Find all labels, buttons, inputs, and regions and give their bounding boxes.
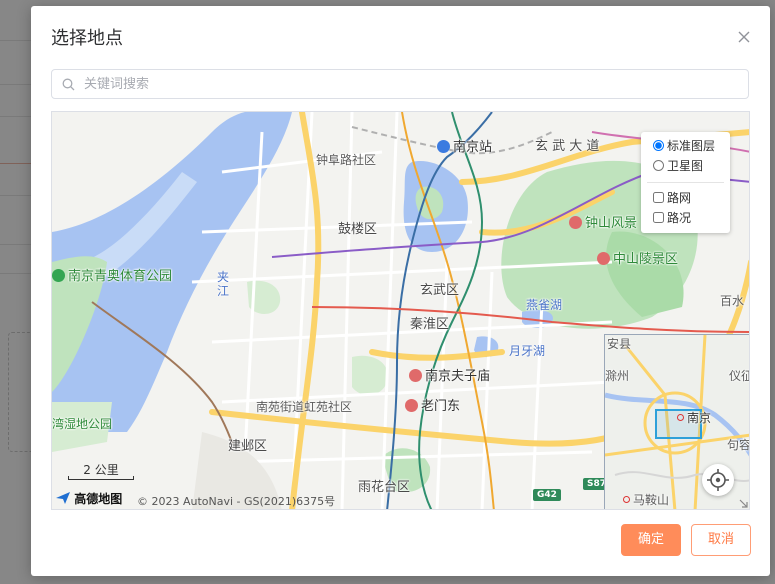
map-label-gulou: 鼓楼区 xyxy=(338,222,378,237)
city-marker-icon xyxy=(623,496,630,503)
map-label-text: 南京青奥体育公园 xyxy=(68,269,173,284)
locate-button[interactable] xyxy=(702,464,734,496)
minimap-label-jurong: 句容 xyxy=(727,438,750,452)
search-input[interactable] xyxy=(84,71,724,97)
minimap-collapse-icon[interactable] xyxy=(739,499,749,509)
logo-text: 高德地图 xyxy=(74,492,123,506)
layer-option-traffic[interactable]: 路况 xyxy=(653,210,691,226)
city-marker-icon xyxy=(677,414,684,421)
highway-shield-g42: G42 xyxy=(533,489,561,501)
map-label-jianye: 建邺区 xyxy=(228,439,268,454)
map-label-nanyuan: 南苑街道虹苑社区 xyxy=(256,400,353,414)
map-label-text: 老门东 xyxy=(421,399,461,414)
map-scale-bar: 2 公里 xyxy=(68,460,134,482)
map-label-text: 南京站 xyxy=(453,140,493,155)
scenic-spot-icon xyxy=(405,399,418,412)
map-label-wetland: 湾湿地公园 xyxy=(52,417,113,431)
layer-radio-standard[interactable] xyxy=(653,140,664,151)
amap-logo[interactable]: 高德地图 xyxy=(56,490,122,507)
layer-checkbox-roadnet[interactable] xyxy=(653,192,664,203)
minimap-label-anqing: 安县 xyxy=(607,337,632,351)
minimap-label-text: 南京 xyxy=(687,411,712,425)
search-box xyxy=(51,69,749,99)
map-label-laomendong[interactable]: 老门东 xyxy=(405,399,460,414)
map-label-sun-yatsen[interactable]: 中山陵景区 xyxy=(597,252,678,267)
layer-label: 标准图层 xyxy=(667,139,716,153)
amap-logo-icon xyxy=(56,492,70,504)
map-label-text: 中山陵景区 xyxy=(613,252,679,267)
map-label-jiajiang: 夹 江 xyxy=(217,270,230,298)
dialog-title: 选择地点 xyxy=(51,28,123,49)
map-label-nanjing-station[interactable]: 南京站 xyxy=(437,140,492,155)
select-location-dialog: 选择地点 关键词搜索 南京站 钟阜路社区 玄 武 大 道 鼓楼区 钟山风景 中山… xyxy=(31,6,770,576)
map-label-fuzimiao[interactable]: 南京夫子庙 xyxy=(409,369,490,384)
close-icon[interactable] xyxy=(737,30,751,44)
scenic-spot-icon xyxy=(569,216,582,229)
map-view[interactable]: 南京站 钟阜路社区 玄 武 大 道 鼓楼区 钟山风景 中山陵景区 南京青奥体育公… xyxy=(51,111,750,510)
layer-option-satellite[interactable]: 卫星图 xyxy=(653,158,703,174)
map-label-yueya-lake: 月牙湖 xyxy=(509,344,546,358)
minimap-label-text: 马鞍山 xyxy=(633,493,670,507)
map-label-yuhuatai: 雨花台区 xyxy=(358,480,411,495)
scenic-spot-icon xyxy=(409,369,422,382)
layer-option-roadnet[interactable]: 路网 xyxy=(653,190,691,206)
map-label-olympic-park[interactable]: 南京青奥体育公园 xyxy=(52,269,172,284)
locate-icon xyxy=(707,469,729,491)
layer-label: 卫星图 xyxy=(667,159,704,173)
search-icon xyxy=(62,78,75,91)
cancel-button[interactable]: 取消 xyxy=(691,524,751,556)
scenic-spot-icon xyxy=(597,252,610,265)
train-station-icon xyxy=(437,140,450,153)
map-label-zhongshan-scenic[interactable]: 钟山风景 xyxy=(569,216,637,231)
minimap-label-yizheng: 仪征 xyxy=(729,369,749,383)
map-label-text: 南京夫子庙 xyxy=(425,369,491,384)
layer-label: 路况 xyxy=(667,211,692,225)
scale-line xyxy=(68,476,134,480)
map-label-baishui: 百水 xyxy=(720,294,745,308)
map-label-qinhuai: 秦淮区 xyxy=(410,317,450,332)
map-label-zhongfulu: 钟阜路社区 xyxy=(316,153,377,167)
map-copyright: © 2023 AutoNavi - GS(2021)6375号 xyxy=(137,495,336,508)
layer-radio-satellite[interactable] xyxy=(653,160,664,171)
map-label-xuanwu-avenue: 玄 武 大 道 xyxy=(535,139,600,154)
minimap-label-maanshan: 马鞍山 xyxy=(623,493,669,507)
map-label-text: 钟山风景 xyxy=(585,216,638,231)
layer-label: 路网 xyxy=(667,191,692,205)
layer-switcher: 标准图层 卫星图 路网 路况 xyxy=(641,132,730,233)
confirm-button[interactable]: 确定 xyxy=(621,524,681,556)
minimap-label-nanjing: 南京 xyxy=(677,411,711,425)
layer-divider xyxy=(647,182,724,183)
layer-checkbox-traffic[interactable] xyxy=(653,212,664,223)
minimap-label-chuzhou: 滁州 xyxy=(605,369,630,383)
park-icon xyxy=(52,269,65,282)
map-label-xuanwu-district: 玄武区 xyxy=(420,283,460,298)
map-label-yanque-lake: 燕雀湖 xyxy=(526,298,563,312)
layer-option-standard[interactable]: 标准图层 xyxy=(653,138,715,154)
